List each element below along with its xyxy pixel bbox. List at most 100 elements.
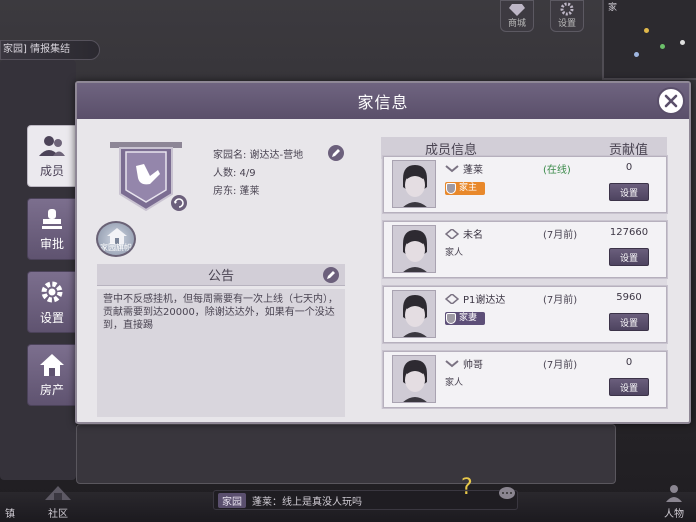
- house-icon: [40, 353, 64, 376]
- member-name: 蓬莱: [463, 165, 483, 176]
- member-card[interactable]: 帅哥 (7月前) 家人 0 设置: [382, 350, 668, 409]
- member-settings-button[interactable]: 设置: [609, 378, 649, 396]
- portrait-icon: [403, 230, 427, 272]
- notice-header: 公告: [97, 264, 345, 286]
- member-settings-button[interactable]: 设置: [609, 313, 649, 331]
- member-name: 未名: [463, 230, 483, 241]
- rank-diamond-icon: [445, 294, 459, 304]
- gear-icon: [560, 2, 574, 16]
- chat-channel-tag: 家园: [218, 492, 246, 508]
- member-role: 家人: [445, 247, 463, 260]
- scene-floor: [76, 424, 616, 484]
- member-status: (7月前): [543, 295, 578, 306]
- shop-button[interactable]: 商城: [500, 0, 534, 32]
- shield-icon: [446, 313, 456, 324]
- member-avatar: [392, 355, 436, 403]
- map-marker: [680, 40, 685, 45]
- member-contribution: 0: [625, 357, 633, 368]
- community-button[interactable]: 社区: [38, 482, 78, 520]
- member-contribution: 5960: [616, 292, 642, 303]
- settings-top-label: 设置: [557, 19, 576, 29]
- person-icon: [666, 485, 682, 502]
- member-status: (在线): [543, 165, 571, 176]
- edit-notice-button[interactable]: [323, 267, 339, 283]
- member-status: (7月前): [543, 360, 578, 371]
- member-role-label: 家人: [445, 378, 464, 388]
- settings-top-button[interactable]: 设置: [550, 0, 584, 32]
- portrait-icon: [403, 295, 427, 337]
- diamond-icon: [509, 4, 525, 16]
- shop-label: 商城: [507, 19, 526, 29]
- character-label: 人物: [664, 509, 684, 520]
- member-role-label: 家妻: [459, 313, 478, 323]
- map-marker: [644, 28, 649, 33]
- member-avatar: [392, 290, 436, 338]
- edit-name-button[interactable]: [328, 145, 344, 161]
- member-status: (7月前): [543, 230, 578, 241]
- stamp-icon: [42, 208, 62, 229]
- tab-property[interactable]: 房产: [27, 344, 77, 406]
- rank-chevron-icon: [445, 360, 459, 368]
- minimap-title: 家: [608, 3, 618, 13]
- member-role: 家妻: [445, 312, 486, 325]
- home-badge-label: 家园旗帜: [100, 243, 132, 252]
- role-badge-host: 家主: [445, 182, 486, 195]
- dialog-header: 家信息: [77, 83, 689, 119]
- tab-approval[interactable]: 审批: [27, 198, 77, 260]
- quest-hint-icon[interactable]: ?: [458, 474, 478, 500]
- role-badge-spouse: 家妻: [445, 312, 486, 325]
- member-name: P1谢达达: [463, 295, 506, 306]
- refresh-icon[interactable]: [170, 194, 188, 212]
- member-contribution: 127660: [609, 227, 649, 238]
- gear-icon: [41, 281, 63, 302]
- member-role: 家人: [445, 377, 463, 390]
- scene-wall: [0, 60, 76, 480]
- member-contribution: 0: [625, 162, 633, 173]
- rank-chevron-icon: [445, 165, 459, 173]
- minimap[interactable]: 家: [602, 0, 696, 80]
- pencil-icon: [332, 149, 340, 157]
- map-marker: [660, 44, 665, 49]
- member-avatar: [392, 225, 436, 273]
- member-settings-button[interactable]: 设置: [609, 248, 649, 266]
- rank-diamond-icon: [445, 229, 459, 239]
- tab-property-label: 房产: [39, 382, 64, 397]
- member-card[interactable]: P1谢达达 (7月前) 家妻 5960 设置: [382, 285, 668, 344]
- home-member-count: 人数: 4/9: [213, 168, 256, 179]
- pencil-icon: [327, 271, 335, 279]
- member-role-label: 家主: [459, 183, 478, 193]
- map-marker: [634, 52, 639, 57]
- community-icon: [45, 486, 71, 500]
- tab-settings[interactable]: 设置: [27, 271, 77, 333]
- notice-text: 营中不反感挂机，但每周需要有一次上线（七天内），贡献需要到达20000，除谢达达…: [97, 289, 345, 417]
- member-role-label: 家人: [445, 248, 464, 258]
- chat-message: 蓬莱：线上是真没人玩吗: [252, 496, 362, 508]
- home-badge-button[interactable]: 家园旗帜: [96, 221, 136, 257]
- member-card[interactable]: 未名 (7月前) 家人 127660 设置: [382, 220, 668, 279]
- member-avatar: [392, 160, 436, 208]
- members-icon: [39, 135, 65, 156]
- bottom-left-button[interactable]: 镇: [0, 505, 20, 520]
- member-settings-button[interactable]: 设置: [609, 183, 649, 201]
- home-name: 家园名: 谢达达-营地: [213, 150, 304, 161]
- portrait-icon: [403, 360, 427, 402]
- character-button[interactable]: 人物: [656, 484, 692, 520]
- notice-title: 公告: [207, 269, 234, 284]
- breadcrumb-text: 家园] 情报集结: [3, 44, 71, 55]
- chat-bubble-icon[interactable]: [498, 487, 516, 501]
- breadcrumb[interactable]: 家园] 情报集结: [0, 40, 100, 60]
- close-button[interactable]: [657, 87, 685, 115]
- member-name: 帅哥: [463, 360, 483, 371]
- member-card[interactable]: 蓬莱 (在线) 家主 0 设置: [382, 155, 668, 214]
- shield-icon: [446, 183, 456, 194]
- dialog-title: 家信息: [357, 93, 409, 112]
- tab-members[interactable]: 成员: [27, 125, 77, 187]
- tab-settings-label: 设置: [39, 310, 64, 325]
- close-icon: [664, 94, 678, 108]
- portrait-icon: [403, 165, 427, 207]
- tab-members-label: 成员: [39, 163, 64, 178]
- bottom-left-label: 镇: [5, 509, 15, 520]
- community-label: 社区: [48, 509, 68, 520]
- tab-approval-label: 审批: [39, 236, 64, 251]
- member-role: 家主: [445, 182, 486, 195]
